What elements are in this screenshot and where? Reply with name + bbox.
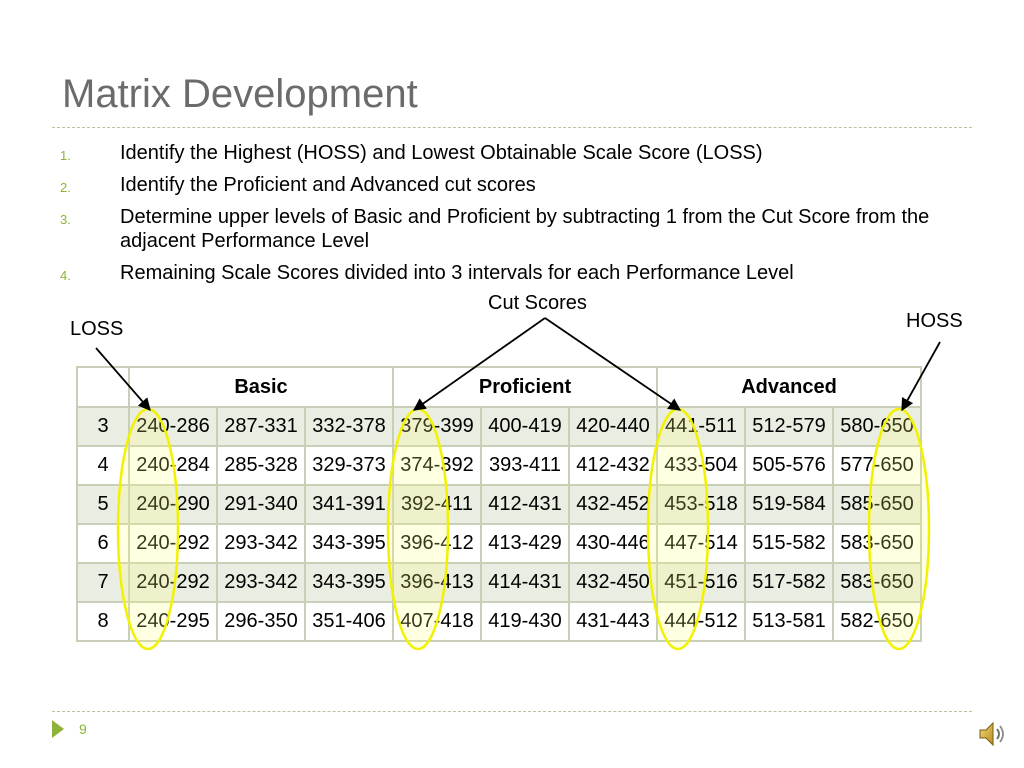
step-text: Determine upper levels of Basic and Prof… bbox=[120, 206, 930, 252]
step-item: 1. Identify the Highest (HOSS) and Lowes… bbox=[60, 141, 940, 165]
step-text: Identify the Proficient and Advanced cut… bbox=[120, 174, 536, 196]
score-range-cell: 414-431 bbox=[480, 562, 570, 603]
step-item: 2. Identify the Proficient and Advanced … bbox=[60, 173, 940, 197]
step-number: 4. bbox=[60, 268, 71, 283]
steps-list: 1. Identify the Highest (HOSS) and Lowes… bbox=[60, 141, 940, 293]
score-range-cell: 293-342 bbox=[216, 523, 306, 564]
step-number: 1. bbox=[60, 148, 71, 163]
step-item: 3. Determine upper levels of Basic and P… bbox=[60, 205, 940, 253]
score-range-cell: 420-440 bbox=[568, 406, 658, 447]
score-range-cell: 519-584 bbox=[744, 484, 834, 525]
score-range-cell: 379-399 bbox=[392, 406, 482, 447]
score-range-cell: 374-392 bbox=[392, 445, 482, 486]
score-range-cell: 240-292 bbox=[128, 523, 218, 564]
header-proficient: Proficient bbox=[392, 366, 658, 408]
score-range-cell: 407-418 bbox=[392, 601, 482, 642]
triangle-right-icon bbox=[52, 720, 64, 738]
hoss-label: HOSS bbox=[906, 310, 963, 332]
score-range-cell: 343-395 bbox=[304, 562, 394, 603]
header-basic: Basic bbox=[128, 366, 394, 408]
header-advanced: Advanced bbox=[656, 366, 922, 408]
grade-cell: 7 bbox=[76, 562, 130, 603]
score-range-cell: 240-284 bbox=[128, 445, 218, 486]
score-range-cell: 240-292 bbox=[128, 562, 218, 603]
score-range-cell: 351-406 bbox=[304, 601, 394, 642]
grade-cell: 3 bbox=[76, 406, 130, 447]
score-range-cell: 451-516 bbox=[656, 562, 746, 603]
score-range-cell: 291-340 bbox=[216, 484, 306, 525]
cut-scores-label: Cut Scores bbox=[488, 292, 587, 314]
header-blank bbox=[76, 366, 130, 408]
grade-cell: 5 bbox=[76, 484, 130, 525]
score-range-cell: 412-432 bbox=[568, 445, 658, 486]
top-divider bbox=[52, 127, 972, 128]
grade-cell: 4 bbox=[76, 445, 130, 486]
score-range-cell: 343-395 bbox=[304, 523, 394, 564]
score-range-cell: 453-518 bbox=[656, 484, 746, 525]
step-number: 2. bbox=[60, 180, 71, 195]
score-range-cell: 240-286 bbox=[128, 406, 218, 447]
score-range-cell: 293-342 bbox=[216, 562, 306, 603]
score-range-cell: 582-650 bbox=[832, 601, 922, 642]
score-range-cell: 341-391 bbox=[304, 484, 394, 525]
step-text: Identify the Highest (HOSS) and Lowest O… bbox=[120, 142, 763, 164]
score-range-cell: 392-411 bbox=[392, 484, 482, 525]
score-range-cell: 585-650 bbox=[832, 484, 922, 525]
score-range-cell: 577-650 bbox=[832, 445, 922, 486]
score-range-cell: 583-650 bbox=[832, 562, 922, 603]
table-row: 5 240-290 291-340 341-391 392-411 412-431 432-… bbox=[76, 484, 922, 525]
score-range-cell: 240-290 bbox=[128, 484, 218, 525]
score-range-cell: 396-413 bbox=[392, 562, 482, 603]
score-range-cell: 393-411 bbox=[480, 445, 570, 486]
page-number: 9 bbox=[79, 721, 87, 737]
score-range-cell: 444-512 bbox=[656, 601, 746, 642]
grade-cell: 6 bbox=[76, 523, 130, 564]
score-range-cell: 413-429 bbox=[480, 523, 570, 564]
step-text: Remaining Scale Scores divided into 3 in… bbox=[120, 262, 794, 284]
score-range-cell: 432-452 bbox=[568, 484, 658, 525]
score-range-cell: 432-450 bbox=[568, 562, 658, 603]
score-range-cell: 396-412 bbox=[392, 523, 482, 564]
score-range-cell: 580-650 bbox=[832, 406, 922, 447]
slide-title: Matrix Development bbox=[62, 72, 418, 116]
score-range-cell: 329-373 bbox=[304, 445, 394, 486]
step-item: 4. Remaining Scale Scores divided into 3… bbox=[60, 261, 940, 285]
score-range-cell: 513-581 bbox=[744, 601, 834, 642]
table-row: 4 240-284 285-328 329-373 374-392 393-411 412-… bbox=[76, 445, 922, 486]
loss-label: LOSS bbox=[70, 318, 124, 340]
score-range-cell: 515-582 bbox=[744, 523, 834, 564]
step-number: 3. bbox=[60, 212, 71, 227]
score-range-cell: 441-511 bbox=[656, 406, 746, 447]
score-range-cell: 430-446 bbox=[568, 523, 658, 564]
score-range-cell: 447-514 bbox=[656, 523, 746, 564]
score-range-cell: 512-579 bbox=[744, 406, 834, 447]
score-range-cell: 296-350 bbox=[216, 601, 306, 642]
score-range-cell: 240-295 bbox=[128, 601, 218, 642]
score-range-cell: 433-504 bbox=[656, 445, 746, 486]
grade-cell: 8 bbox=[76, 601, 130, 642]
table-row: 6 240-292 293-342 343-395 396-412 413-429 430-… bbox=[76, 523, 922, 564]
bottom-divider bbox=[52, 711, 972, 712]
score-range-cell: 517-582 bbox=[744, 562, 834, 603]
table-row: 7 240-292 293-342 343-395 396-413 414-431 432-… bbox=[76, 562, 922, 603]
score-range-cell: 505-576 bbox=[744, 445, 834, 486]
score-range-cell: 419-430 bbox=[480, 601, 570, 642]
score-range-cell: 583-650 bbox=[832, 523, 922, 564]
score-range-cell: 400-419 bbox=[480, 406, 570, 447]
score-matrix-table: Basic Proficient Advanced 3 240-286 287-33… bbox=[76, 366, 922, 642]
score-range-cell: 412-431 bbox=[480, 484, 570, 525]
score-range-cell: 287-331 bbox=[216, 406, 306, 447]
table-row: 3 240-286 287-331 332-378 379-399 400-419 420-… bbox=[76, 406, 922, 447]
score-range-cell: 431-443 bbox=[568, 601, 658, 642]
score-range-cell: 285-328 bbox=[216, 445, 306, 486]
speaker-icon[interactable] bbox=[976, 718, 1008, 750]
table-row: 8 240-295 296-350 351-406 407-418 419-430 431-… bbox=[76, 601, 922, 642]
score-range-cell: 332-378 bbox=[304, 406, 394, 447]
table-header-row: Basic Proficient Advanced bbox=[76, 366, 922, 408]
